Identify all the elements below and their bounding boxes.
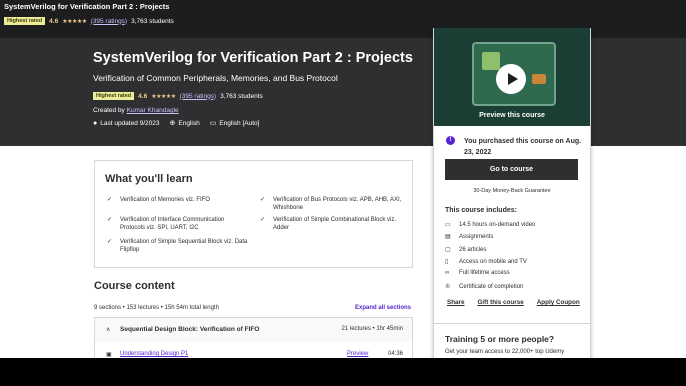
includes-heading: This course includes: [445, 207, 517, 214]
created-by-label: Created by [93, 107, 125, 114]
star-icon: ★★★★★ [151, 93, 176, 100]
captions-text: English [Auto] [219, 120, 260, 127]
include-item: ▢ 26 articles [445, 246, 486, 253]
purchase-sidebar: Preview this course ! You purchased this… [433, 28, 591, 362]
letterbox-bar [0, 358, 686, 386]
mobile-icon: ▯ [445, 259, 449, 265]
lecture-preview-link[interactable]: Preview [347, 351, 368, 357]
check-icon: ✓ [107, 197, 113, 203]
section-title: Sequential Design Block: Verification of… [120, 326, 260, 333]
author-link[interactable]: Kumar Khandagle [127, 107, 179, 114]
learn-item-text: Verification of Bus Protocols viz. APB, … [273, 197, 402, 211]
apply-coupon-button[interactable]: Apply Coupon [537, 299, 580, 306]
learn-heading: What you'll learn [105, 173, 193, 185]
learn-item: ✓ Verification of Memories viz. FIFO [107, 196, 250, 204]
include-item: ∞ Full lifetime access [445, 270, 510, 276]
sticky-students: 3,763 students [131, 17, 174, 25]
globe-icon: ⊕ [169, 120, 176, 127]
learn-item: ✓ Verification of Interface Communication… [107, 216, 250, 232]
include-item: ♔ Certificate of completion [445, 283, 523, 290]
lecture-title[interactable]: Understanding Design P1 [120, 351, 188, 357]
include-text: Access on mobile and TV [459, 259, 527, 265]
check-icon: ✓ [260, 197, 266, 203]
learn-item-text: Verification of Interface Communication … [120, 217, 225, 231]
include-item: ▯ Access on mobile and TV [445, 258, 527, 265]
share-button[interactable]: Share [447, 299, 465, 306]
sticky-ratings-link[interactable]: (395 ratings) [91, 18, 128, 25]
video-icon: ▣ [106, 352, 112, 358]
rating-value: 4.6 [138, 92, 148, 100]
learn-item: ✓ Verification of Bus Protocols viz. APB,… [260, 196, 403, 212]
learn-item-text: Verification of Simple Combinational Blo… [273, 217, 397, 231]
article-icon: ▢ [445, 247, 451, 253]
include-item: ▤ Assignments [445, 233, 493, 240]
card-actions: Share Gift this course Apply Coupon [447, 299, 580, 306]
include-text: 14.5 hours on-demand video [459, 222, 536, 228]
preview-label: Preview this course [479, 112, 545, 119]
course-content-heading: Course content [94, 280, 175, 292]
lecture-duration: 04:36 [387, 351, 403, 357]
sticky-badge: Highest rated [4, 17, 46, 25]
captions-icon: ▭ [209, 120, 217, 127]
check-icon: ✓ [107, 239, 113, 245]
highest-rated-badge: Highest rated [93, 92, 135, 100]
ratings-link[interactable]: (395 ratings) [180, 93, 217, 100]
course-subtitle: Verification of Common Peripherals, Memo… [93, 73, 338, 83]
sticky-star-icon: ★★★★★ [62, 18, 87, 25]
sticky-rating-row: Highest rated 4.6 ★★★★★ (395 ratings) 3,… [4, 17, 174, 25]
video-icon: ▭ [445, 222, 451, 228]
captions: ▭ English [Auto] [210, 119, 260, 127]
chip-graphic [482, 52, 500, 70]
assignment-icon: ▤ [445, 234, 451, 240]
created-by: Created by Kumar Khandagle [93, 107, 179, 114]
learn-item-text: Verification of Simple Sequential Block … [120, 239, 248, 253]
section-header[interactable]: ∧ Sequential Design Block: Verification … [94, 317, 413, 343]
info-icon: ! [446, 136, 455, 145]
sticky-rating: 4.6 [49, 17, 59, 25]
go-to-course-button[interactable]: Go to course [445, 159, 578, 180]
include-text: Certificate of completion [459, 284, 524, 290]
check-icon: ✓ [260, 217, 266, 223]
money-back-guarantee: 30-Day Money-Back Guarantee [473, 188, 551, 194]
training-heading: Training 5 or more people? [445, 334, 555, 344]
last-updated-text: Last updated 9/2023 [100, 119, 160, 127]
course-preview[interactable]: Preview this course [434, 28, 590, 126]
page: SystemVerilog for Verification Part 2 : … [0, 0, 686, 386]
section-meta: 21 lectures • 1hr 45min [341, 326, 403, 332]
trophy-icon: ♔ [445, 284, 451, 290]
include-item: ▭ 14.5 hours on-demand video [445, 221, 535, 228]
course-meta: ● Last updated 9/2023 ⊕ English ▭ English [… [93, 119, 260, 128]
expand-all-button[interactable]: Expand all sections [355, 305, 411, 311]
course-title: SystemVerilog for Verification Part 2 : … [93, 50, 413, 66]
training-subtext: Get your team access to 22,000+ top Udem… [445, 349, 565, 355]
play-icon[interactable] [496, 64, 526, 94]
chevron-up-icon: ∧ [106, 327, 111, 333]
check-icon: ✓ [107, 217, 113, 223]
divider [434, 323, 590, 324]
language-text: English [178, 120, 200, 127]
chip-graphic [532, 74, 546, 84]
course-content-summary: 9 sections • 153 lectures • 15h 54m tota… [94, 305, 219, 311]
alert-icon: ● [93, 119, 98, 127]
what-you-learn-box: What you'll learn ✓ Verification of Memor… [94, 160, 413, 268]
learn-item: ✓ Verification of Simple Combinational Bl… [260, 216, 403, 232]
purchased-text: You purchased this course on Aug. 23, 20… [464, 138, 582, 156]
include-text: Assignments [459, 234, 494, 240]
include-text: 26 articles [459, 247, 487, 253]
include-text: Full lifetime access [459, 270, 510, 276]
student-count: 3,763 students [220, 92, 263, 100]
learn-item-text: Verification of Memories viz. FIFO [120, 197, 211, 203]
infinity-icon: ∞ [445, 270, 450, 276]
gift-course-button[interactable]: Gift this course [478, 299, 524, 306]
sticky-title: SystemVerilog for Verification Part 2 : … [4, 2, 170, 11]
last-updated: ● Last updated 9/2023 [93, 120, 160, 127]
language: ⊕ English [170, 119, 200, 127]
learn-item: ✓ Verification of Simple Sequential Block… [107, 238, 250, 254]
rating-row: Highest rated 4.6 ★★★★★ (395 ratings) 3,… [93, 92, 263, 100]
